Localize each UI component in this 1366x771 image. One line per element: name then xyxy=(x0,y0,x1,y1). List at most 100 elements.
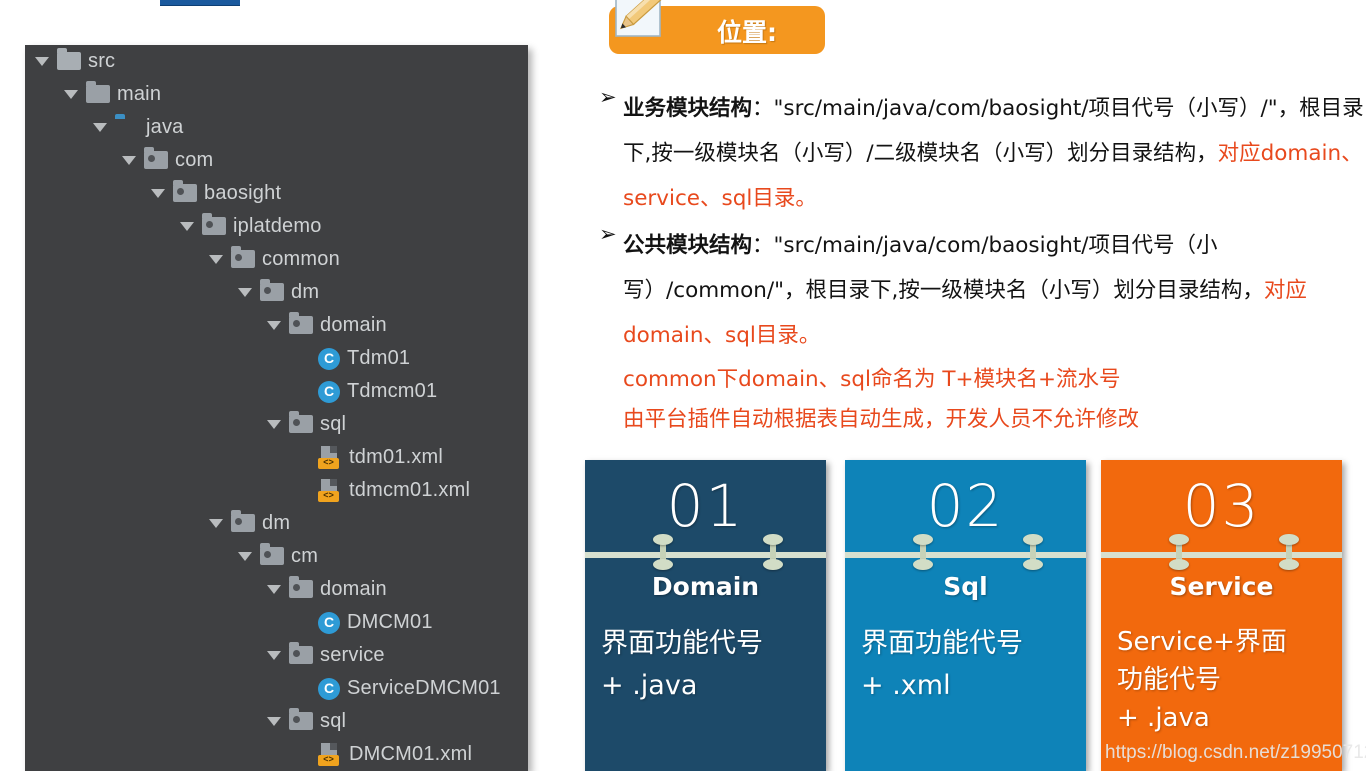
tree-item-label: domain xyxy=(320,578,387,600)
watermark-url: https://blog.csdn.net/z19950712 xyxy=(1105,742,1366,763)
card-pin-left xyxy=(1169,534,1189,570)
tree-item-baosight[interactable]: baosight xyxy=(25,177,528,210)
bullet-item: ➢ 业务模块结构："src/main/java/com/baosight/项目代号… xyxy=(593,86,1365,221)
tree-item-label: DMCM01 xyxy=(347,611,433,633)
tree-row-list: src main java com baosight iplatdemo common dm d… xyxy=(25,45,528,771)
tree-item-domain[interactable]: domain xyxy=(25,309,528,342)
tree-item-service[interactable]: service xyxy=(25,639,528,672)
package-icon xyxy=(202,213,226,236)
tree-item-label: baosight xyxy=(204,182,282,204)
xml-file-icon: <> xyxy=(318,478,342,503)
tree-item-servicedmcm01[interactable]: C ServiceDMCM01 xyxy=(25,672,528,705)
card-pin-right xyxy=(1023,534,1043,570)
card-domain: 01 Domain 界面功能代号 + .java xyxy=(585,460,826,771)
chevron-down-icon[interactable] xyxy=(122,156,136,165)
chevron-down-icon[interactable] xyxy=(267,651,281,660)
tree-item-dmcm01-xml[interactable]: <> DMCM01.xml xyxy=(25,738,528,771)
tree-item-label: service xyxy=(320,644,385,666)
chevron-down-icon[interactable] xyxy=(267,321,281,330)
tree-item-label: ServiceDMCM01 xyxy=(347,677,501,699)
bullet-arrow-icon: ➢ xyxy=(599,223,617,246)
bullet-list: ➢ 业务模块结构："src/main/java/com/baosight/项目代号… xyxy=(593,86,1365,440)
bullet-arrow-icon: ➢ xyxy=(599,86,617,109)
java-class-icon: C xyxy=(318,677,340,700)
red-note-line: common下domain、sql命名为 T+模块名+流水号 xyxy=(623,367,1121,392)
card-description: 界面功能代号 + .xml xyxy=(861,628,1023,701)
tree-item-dm[interactable]: dm xyxy=(25,276,528,309)
folder-java-icon xyxy=(115,118,139,137)
chevron-down-icon[interactable] xyxy=(64,90,78,99)
card-number: 01 xyxy=(666,472,745,540)
tree-item-label: main xyxy=(117,83,162,105)
package-icon xyxy=(289,708,313,731)
card-title: Service xyxy=(1169,572,1274,601)
bullet-text: 业务模块结构："src/main/java/com/baosight/项目代号（… xyxy=(623,86,1365,221)
package-icon xyxy=(144,147,168,170)
project-file-tree-panel[interactable]: src main java com baosight iplatdemo common dm d… xyxy=(25,45,528,771)
tree-item-dm[interactable]: dm xyxy=(25,507,528,540)
tree-item-label: Tdmcm01 xyxy=(347,380,438,402)
bullet-text: 公共模块结构："src/main/java/com/baosight/项目代号（… xyxy=(623,223,1365,358)
tree-item-label: java xyxy=(146,116,184,138)
top-blue-bar xyxy=(160,0,240,6)
card-divider-rule xyxy=(1101,552,1342,558)
card-row: 01 Domain 界面功能代号 + .java 02 Sql 界面功能代号 +… xyxy=(585,460,1366,771)
chevron-down-icon[interactable] xyxy=(267,717,281,726)
card-title: Sql xyxy=(943,572,988,601)
folder-icon xyxy=(86,81,110,104)
tree-item-tdmcm01[interactable]: C Tdmcm01 xyxy=(25,375,528,408)
chevron-down-icon[interactable] xyxy=(209,255,223,264)
chevron-down-icon[interactable] xyxy=(180,222,194,231)
folder-src-icon xyxy=(57,48,81,71)
tree-item-java[interactable]: java xyxy=(25,111,528,144)
chevron-down-icon[interactable] xyxy=(267,420,281,429)
chevron-down-icon[interactable] xyxy=(267,585,281,594)
card-sql: 02 Sql 界面功能代号 + .xml xyxy=(845,460,1086,771)
tree-item-com[interactable]: com xyxy=(25,144,528,177)
card-description: Service+界面 功能代号 + .java xyxy=(1117,627,1287,733)
tree-item-cm[interactable]: cm xyxy=(25,540,528,573)
tree-item-iplatdemo[interactable]: iplatdemo xyxy=(25,210,528,243)
pencil-note-icon xyxy=(615,0,665,37)
card-divider-rule xyxy=(585,552,826,558)
tree-item-tdm01[interactable]: C Tdm01 xyxy=(25,342,528,375)
card-description: 界面功能代号 + .java xyxy=(601,628,763,701)
tree-item-label: tdmcm01.xml xyxy=(349,479,471,501)
tree-item-label: Tdm01 xyxy=(347,347,411,369)
card-number: 02 xyxy=(926,472,1005,540)
tree-item-label: tdm01.xml xyxy=(349,446,444,468)
package-icon xyxy=(173,180,197,203)
tree-item-tdmcm01-xml[interactable]: <> tdmcm01.xml xyxy=(25,474,528,507)
chevron-down-icon[interactable] xyxy=(238,288,252,297)
tree-item-label: cm xyxy=(291,545,319,567)
tree-item-sql[interactable]: sql xyxy=(25,408,528,441)
xml-file-icon: <> xyxy=(318,445,342,470)
tree-item-label: iplatdemo xyxy=(233,215,322,237)
card-service: 03 Service Service+界面 功能代号 + .java xyxy=(1101,460,1342,771)
tree-item-common[interactable]: common xyxy=(25,243,528,276)
chevron-down-icon[interactable] xyxy=(209,519,223,528)
tree-item-domain[interactable]: domain xyxy=(25,573,528,606)
card-number: 03 xyxy=(1182,472,1261,540)
chevron-down-icon[interactable] xyxy=(35,57,49,66)
package-icon xyxy=(260,279,284,302)
java-class-icon: C xyxy=(318,611,340,634)
card-pin-right xyxy=(1279,534,1299,570)
tree-item-label: domain xyxy=(320,314,387,336)
tree-item-label: src xyxy=(88,50,116,72)
tree-item-tdm01-xml[interactable]: <> tdm01.xml xyxy=(25,441,528,474)
card-pin-left xyxy=(913,534,933,570)
tree-item-sql[interactable]: sql xyxy=(25,705,528,738)
package-icon xyxy=(260,543,284,566)
tree-item-src[interactable]: src xyxy=(25,45,528,78)
chevron-down-icon[interactable] xyxy=(238,552,252,561)
card-title: Domain xyxy=(651,572,760,601)
tree-item-label: sql xyxy=(320,710,347,732)
bullet-item: ➢ 公共模块结构："src/main/java/com/baosight/项目代号… xyxy=(593,223,1365,358)
chevron-down-icon[interactable] xyxy=(93,123,107,132)
package-icon xyxy=(231,246,255,269)
tree-item-main[interactable]: main xyxy=(25,78,528,111)
card-divider-rule xyxy=(845,552,1086,558)
chevron-down-icon[interactable] xyxy=(151,189,165,198)
tree-item-dmcm01[interactable]: C DMCM01 xyxy=(25,606,528,639)
